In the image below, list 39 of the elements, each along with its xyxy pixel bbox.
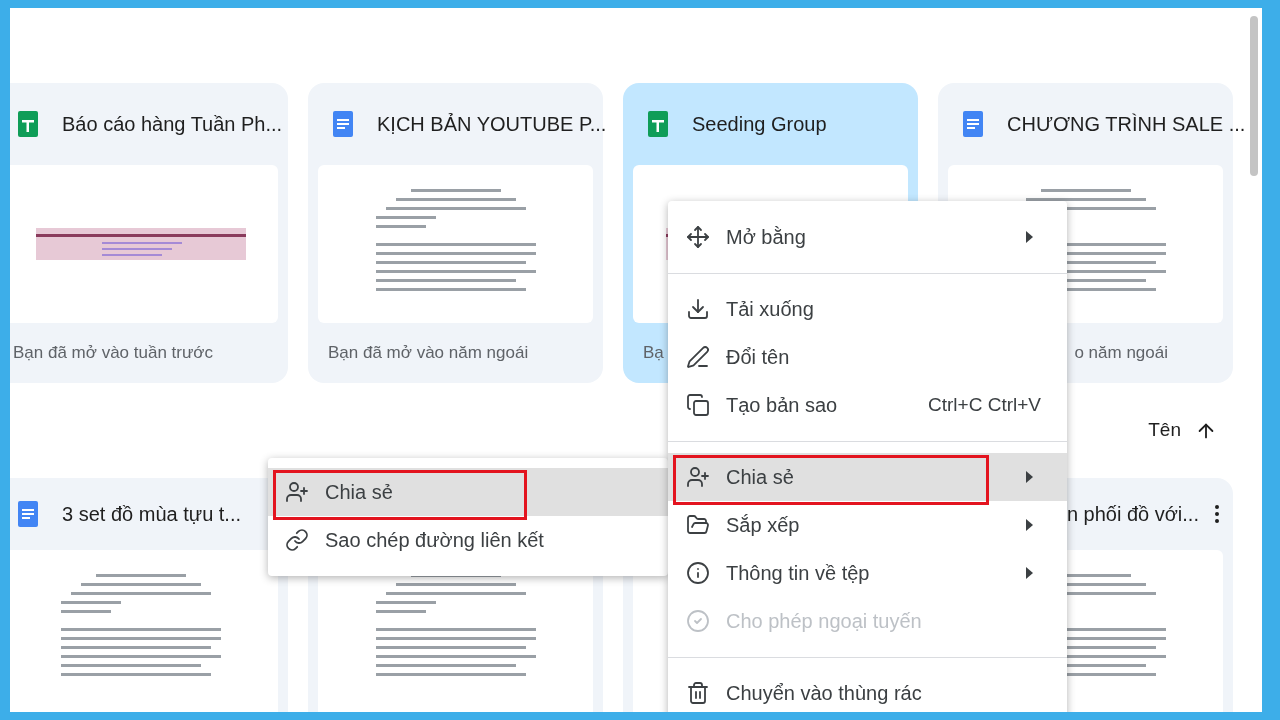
document-icon <box>963 111 983 137</box>
four-arrows-icon <box>686 225 710 249</box>
spreadsheet-icon <box>18 111 38 137</box>
download-icon <box>686 297 710 321</box>
shortcut-text: Ctrl+C Ctrl+V <box>928 392 1042 417</box>
file-name: Seeding Group <box>692 112 827 137</box>
last-opened-text: Bạn đã mở vào tuần trước <box>13 342 213 365</box>
file-name: 3 set đồ mùa tựu t... <box>62 502 242 528</box>
file-name: Báo cáo hàng Tuần Ph... <box>62 112 283 137</box>
file-name: CHƯƠNG TRÌNH SALE ... <box>1007 112 1246 137</box>
last-opened-text: Bạn đã mở vào năm ngoái <box>328 342 529 365</box>
caret-icon <box>1026 471 1033 483</box>
caret-icon <box>1026 519 1033 531</box>
check-circle-icon <box>686 609 710 633</box>
document-icon <box>18 501 38 528</box>
spreadsheet-icon <box>648 111 668 137</box>
menu-item[interactable]: Tạo bản sao Ctrl+C Ctrl+V <box>668 381 1067 429</box>
last-opened-text: Bạ <box>643 342 664 365</box>
file-card[interactable]: KỊCH BẢN YOUTUBE P... Bạn đã mở vào năm ngoái <box>308 83 603 383</box>
menu-item[interactable]: Sắp xếp <box>668 501 1067 549</box>
trash-icon <box>686 681 710 705</box>
menu-item[interactable]: Thông tin về tệp <box>668 549 1067 597</box>
caret-icon <box>1026 567 1033 579</box>
copy-icon <box>686 393 710 417</box>
pen-icon <box>686 345 710 369</box>
caret-icon <box>1026 231 1033 243</box>
document-icon <box>333 111 353 137</box>
info-icon <box>686 561 710 585</box>
menu-item[interactable]: Chuyển vào thùng rác <box>668 669 1067 712</box>
folder-icon <box>686 513 710 537</box>
link-icon <box>285 528 309 552</box>
last-opened-text: o năm ngoái <box>1074 342 1168 365</box>
file-name: n phối đồ với... <box>1066 502 1199 528</box>
file-card[interactable]: Báo cáo hàng Tuần Ph... Bạn đã mở vào tuần trước <box>10 83 288 383</box>
scrollbar[interactable] <box>1250 16 1258 176</box>
sort-button[interactable]: Tên <box>1148 416 1217 445</box>
add-person-icon <box>686 465 710 489</box>
add-person-icon <box>285 480 309 504</box>
file-card[interactable]: 3 set đồ mùa tựu t... <box>10 478 288 712</box>
